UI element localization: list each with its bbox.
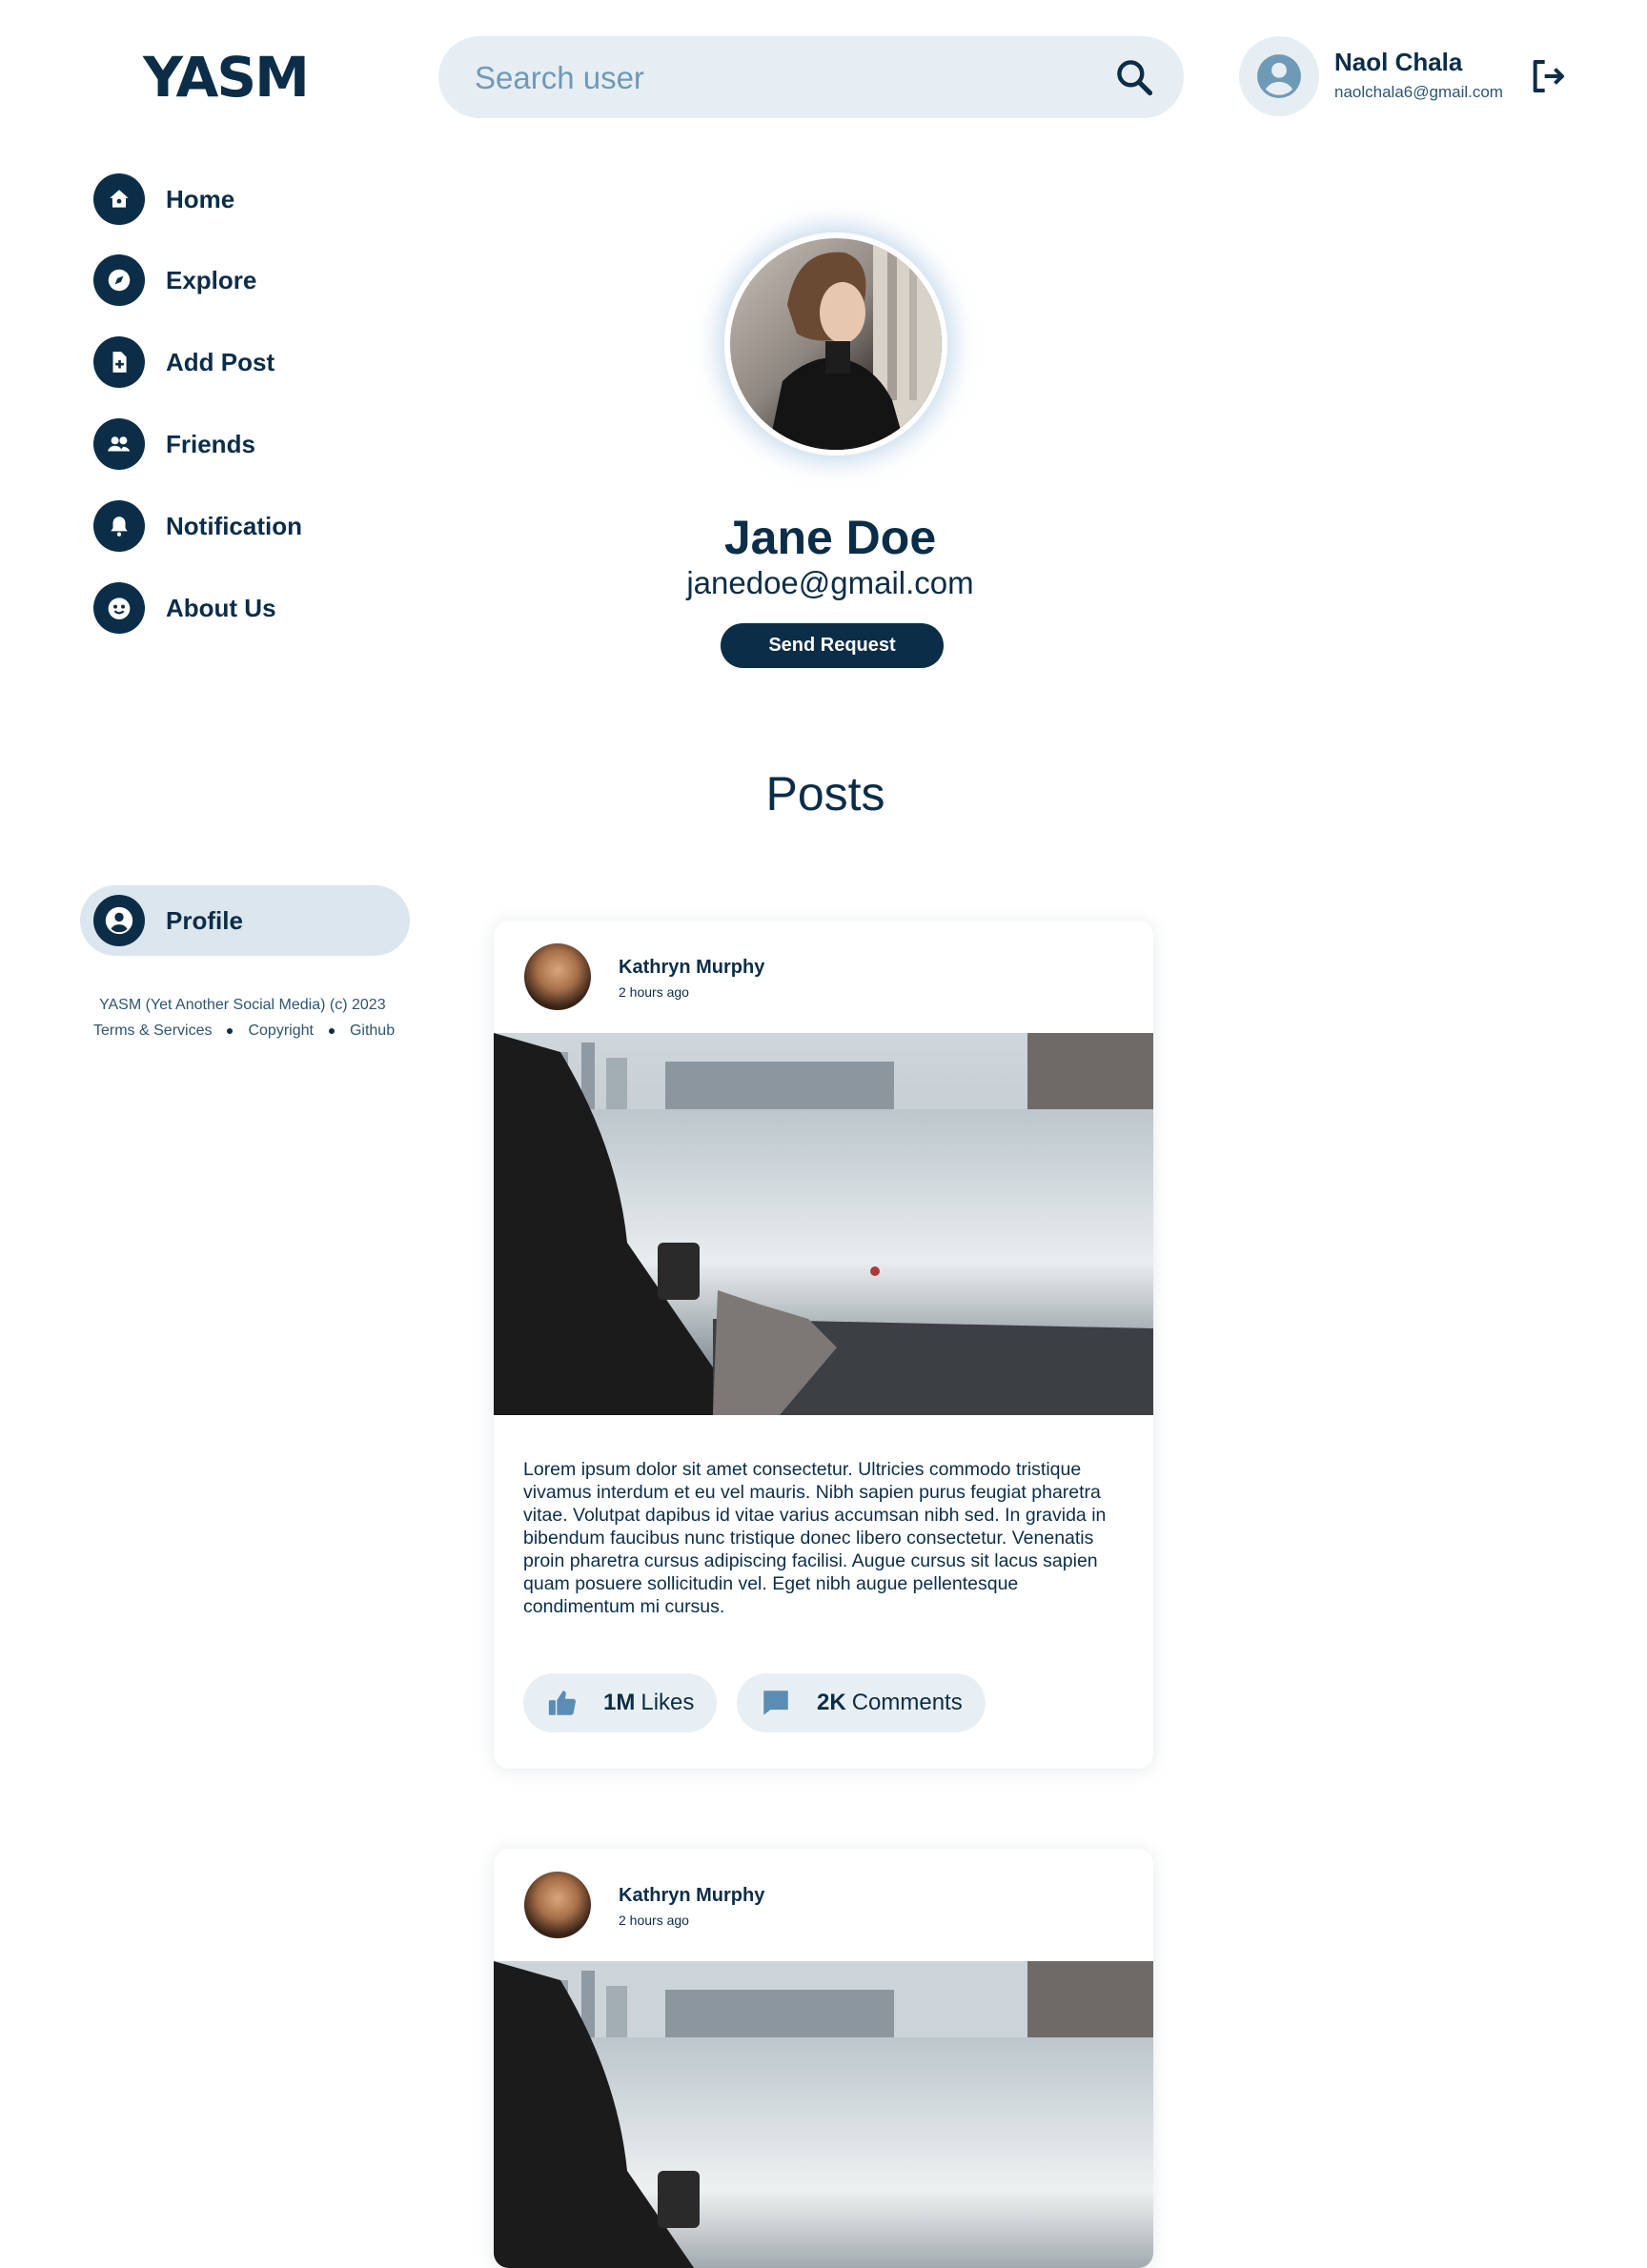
profile-photo [724, 233, 947, 456]
post-timestamp: 2 hours ago [619, 984, 689, 1000]
separator-dot [328, 1028, 335, 1034]
profile-email: janedoe@gmail.com [686, 565, 974, 600]
like-button[interactable]: 1M Likes [523, 1673, 718, 1732]
sidebar-item-label: Friends [166, 429, 255, 458]
user-circle-icon [93, 895, 145, 946]
app-logo[interactable]: YASM [143, 46, 310, 109]
sidebar-item-label: Profile [166, 905, 243, 935]
search-icon[interactable] [1113, 56, 1155, 98]
sidebar-item-label: Explore [166, 265, 257, 294]
posts-heading: Posts [765, 767, 885, 820]
footer-link-github[interactable]: Github [350, 1023, 395, 1040]
footer-link-copyright[interactable]: Copyright [248, 1023, 313, 1040]
current-user-email: naolchala6@gmail.com [1334, 83, 1503, 101]
search-input[interactable] [473, 55, 1087, 101]
sidebar-item-home[interactable]: Home [93, 173, 234, 225]
separator-dot [227, 1028, 234, 1034]
profile-name: Jane Doe [723, 511, 937, 564]
post-author-avatar[interactable] [524, 1872, 591, 1938]
footer-link-terms[interactable]: Terms & Services [93, 1023, 212, 1040]
comments-count: 2K [817, 1690, 846, 1715]
compass-icon [93, 254, 145, 306]
comment-icon [763, 1691, 788, 1715]
post-author-name[interactable]: Kathryn Murphy [619, 1885, 764, 1907]
home-icon [93, 173, 145, 225]
post-timestamp: 2 hours ago [619, 1913, 689, 1928]
post-author-name[interactable]: Kathryn Murphy [619, 957, 764, 979]
likes-label: Likes [640, 1690, 695, 1715]
comment-button[interactable]: 2K Comments [737, 1673, 986, 1732]
friends-icon [93, 418, 145, 470]
footer-links: Terms & Services Copyright Github [93, 1023, 395, 1040]
post-author-avatar[interactable] [524, 943, 591, 1010]
post-card: Kathryn Murphy 2 hours ago Lorem ipsum d… [494, 921, 1153, 1769]
likes-count: 1M [603, 1690, 636, 1715]
sidebar-item-profile[interactable]: Profile [80, 885, 410, 956]
sidebar-item-friends[interactable]: Friends [93, 418, 255, 470]
sidebar-item-explore[interactable]: Explore [93, 254, 256, 306]
add-file-icon [93, 336, 145, 388]
thumbs-up-icon [548, 1691, 576, 1715]
post-card: Kathryn Murphy 2 hours ago [494, 1849, 1153, 2268]
user-circle-icon [1257, 54, 1301, 98]
post-image[interactable] [494, 1033, 1153, 1415]
send-request-button[interactable]: Send Request [721, 623, 944, 668]
post-image[interactable] [494, 1961, 1153, 2268]
footer-copyright: YASM (Yet Another Social Media) (c) 2023 [99, 997, 386, 1013]
sidebar-item-label: Home [166, 184, 235, 213]
sidebar-item-add-post[interactable]: Add Post [93, 336, 274, 388]
sidebar-item-label: Add Post [166, 347, 275, 376]
logout-icon[interactable] [1529, 57, 1567, 95]
post-body: Lorem ipsum dolor sit amet consectetur. … [523, 1459, 1107, 1617]
search-bar [438, 36, 1184, 118]
current-user-avatar[interactable] [1239, 36, 1319, 116]
current-user-name: Naol Chala [1334, 48, 1463, 76]
comments-label: Comments [851, 1690, 963, 1715]
